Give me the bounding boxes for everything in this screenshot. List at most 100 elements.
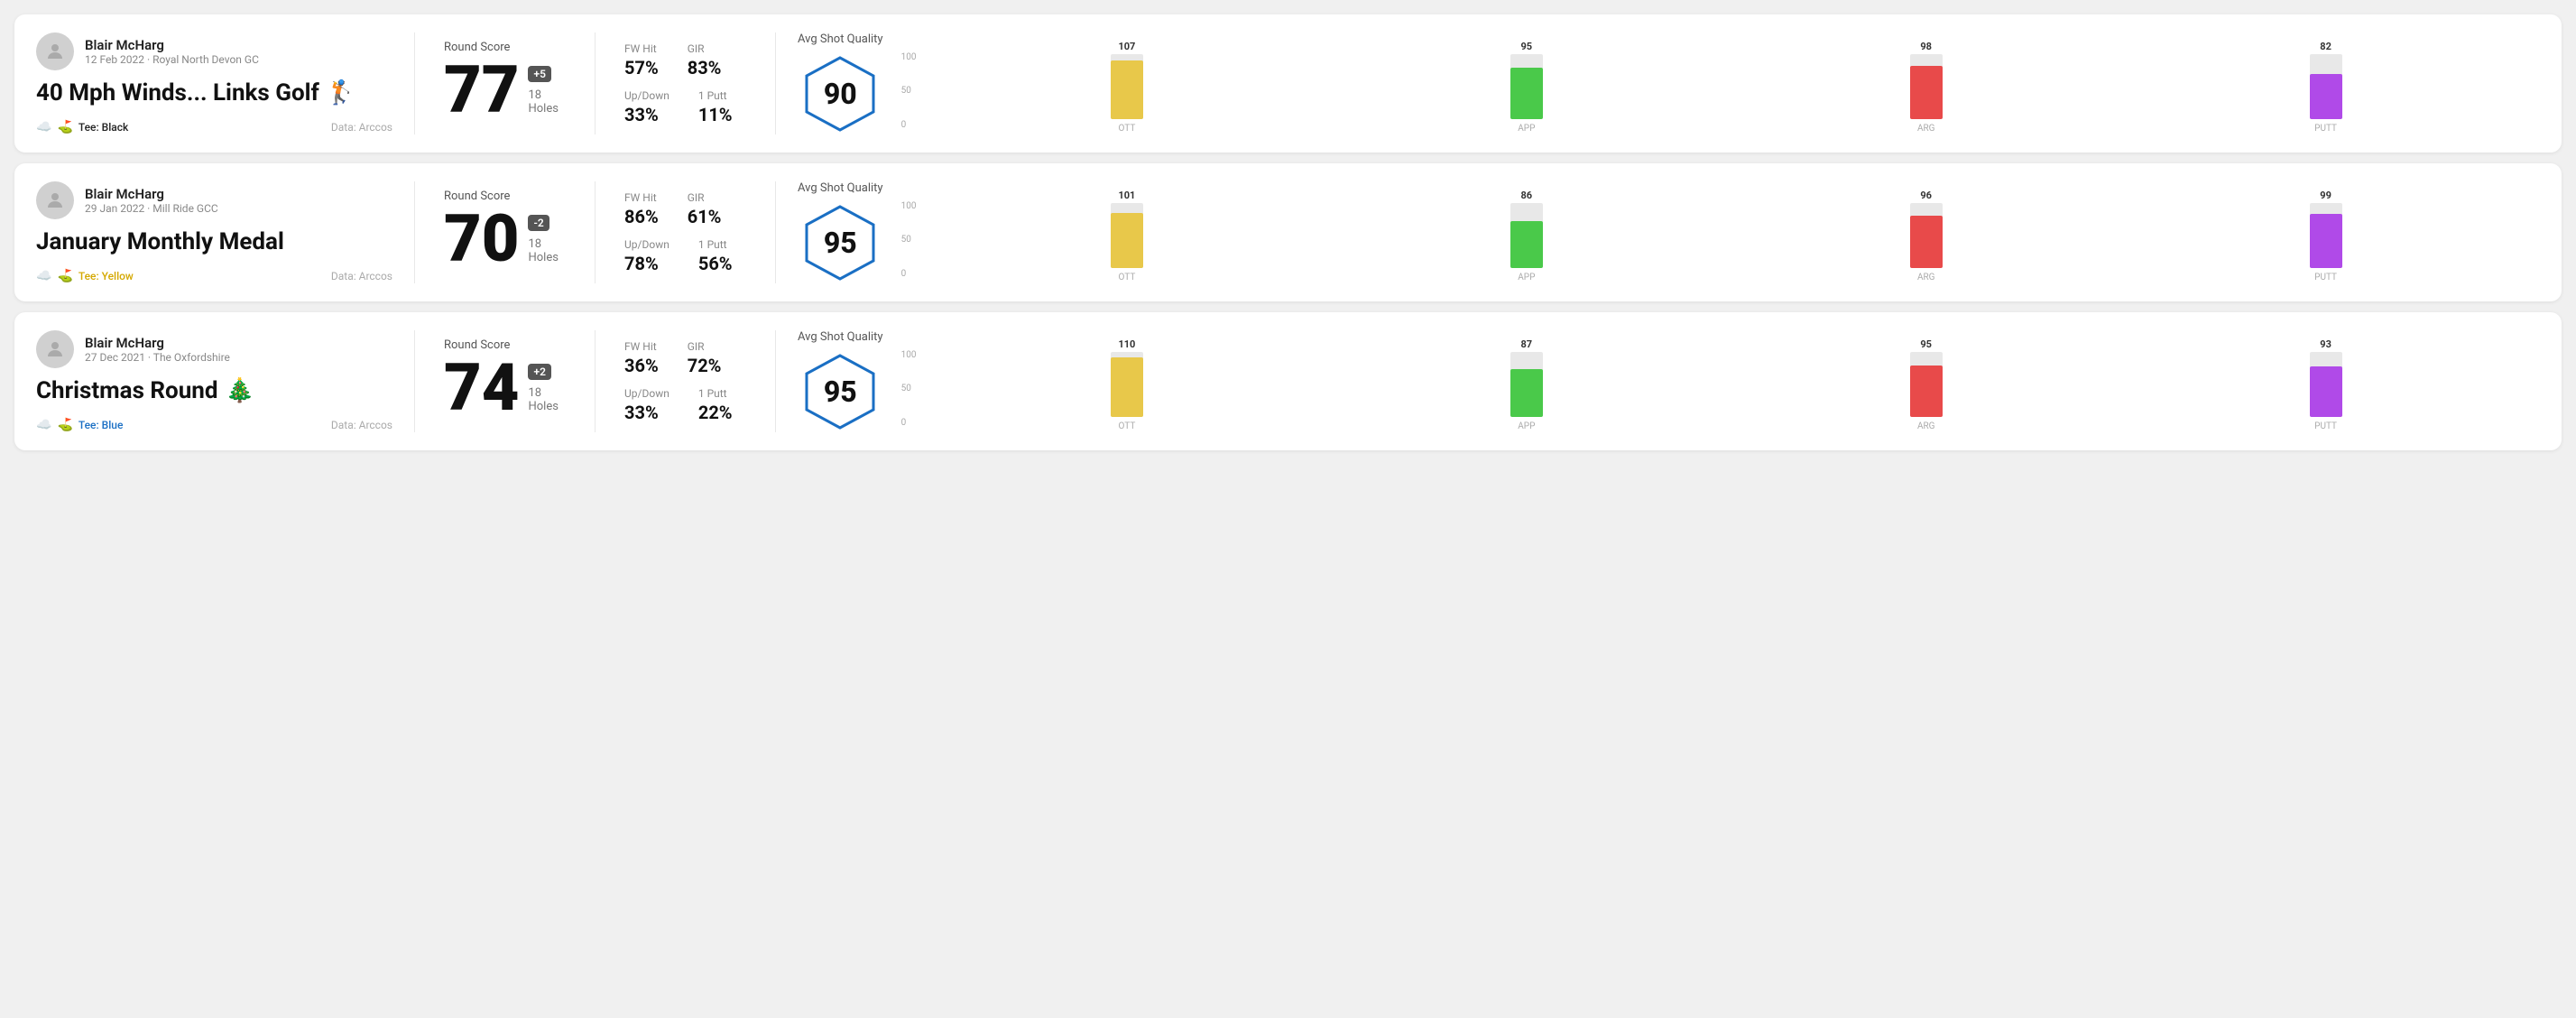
bar-group-3: 93 PUTT — [2133, 338, 2518, 431]
bar-group-1: 87 APP — [1334, 338, 1719, 431]
bar-fill-2 — [1910, 216, 1943, 268]
user-meta-round1: 12 Feb 2022 · Royal North Devon GC — [85, 53, 259, 66]
tee-info-round2: ☁️ ⛳ Tee: Yellow — [36, 269, 134, 283]
quality-section-round3: Avg Shot Quality 95 — [798, 330, 883, 432]
card-left-round3: Blair McHarg 27 Dec 2021 · The Oxfordshi… — [36, 330, 415, 432]
bar-axis-label-0: OTT — [1119, 421, 1136, 431]
bar-group-3: 82 PUTT — [2133, 41, 2518, 134]
quality-label-round2: Avg Shot Quality — [798, 181, 883, 195]
updown-label-round1: Up/Down — [624, 89, 669, 102]
score-diff-round2: -2 — [528, 215, 549, 231]
y-label-100: 100 — [901, 350, 917, 360]
oneputt-stat-round3: 1 Putt 22% — [698, 387, 733, 423]
bar-fill-2 — [1910, 66, 1943, 119]
bar-wrapper-1 — [1510, 352, 1543, 417]
bar-group-0: 110 OTT — [934, 338, 1319, 431]
card-footer-round3: ☁️ ⛳ Tee: Blue Data: Arccos — [36, 418, 392, 432]
bar-axis-label-1: APP — [1518, 421, 1535, 431]
round-card-round3: Blair McHarg 27 Dec 2021 · The Oxfordshi… — [14, 312, 2562, 450]
bar-wrapper-2 — [1910, 352, 1943, 417]
stats-row-bottom-round1: Up/Down 33% 1 Putt 11% — [624, 89, 746, 125]
user-info-round3: Blair McHarg 27 Dec 2021 · The Oxfordshi… — [36, 330, 392, 368]
data-source-round1: Data: Arccos — [331, 121, 392, 134]
updown-stat-round1: Up/Down 33% — [624, 89, 669, 125]
golf-icon-round2: ⛳ — [57, 269, 72, 283]
stats-row-bottom-round2: Up/Down 78% 1 Putt 56% — [624, 238, 746, 274]
golf-icon-round1: ⛳ — [57, 120, 72, 134]
bar-value-0: 101 — [1118, 190, 1135, 201]
bar-wrapper-2 — [1910, 203, 1943, 268]
hexagon-round3: 95 — [799, 351, 881, 432]
bar-fill-0 — [1111, 213, 1143, 268]
bar-axis-label-1: APP — [1518, 124, 1535, 134]
bar-value-0: 107 — [1118, 41, 1135, 52]
stats-row-bottom-round3: Up/Down 33% 1 Putt 22% — [624, 387, 746, 423]
y-label-0: 0 — [901, 120, 917, 130]
bar-fill-1 — [1510, 369, 1543, 416]
bar-group-2: 98 ARG — [1733, 41, 2119, 134]
updown-stat-round3: Up/Down 33% — [624, 387, 669, 423]
gir-label-round1: GIR — [688, 42, 722, 55]
user-name-round2: Blair McHarg — [85, 186, 218, 202]
user-details-round3: Blair McHarg 27 Dec 2021 · The Oxfordshi… — [85, 335, 230, 364]
y-label-0: 0 — [901, 269, 917, 279]
user-name-round1: Blair McHarg — [85, 37, 259, 53]
y-label-50: 50 — [901, 235, 917, 245]
tee-label-round2: Tee: Yellow — [78, 270, 134, 282]
bar-axis-label-0: OTT — [1119, 273, 1136, 282]
bar-fill-2 — [1910, 366, 1943, 417]
updown-label-round3: Up/Down — [624, 387, 669, 400]
card-left-round1: Blair McHarg 12 Feb 2022 · Royal North D… — [36, 32, 415, 134]
score-diff-round3: +2 — [528, 364, 550, 380]
bar-fill-3 — [2310, 74, 2342, 118]
card-footer-round1: ☁️ ⛳ Tee: Black Data: Arccos — [36, 120, 392, 134]
bar-fill-0 — [1111, 357, 1143, 417]
avatar-round2 — [36, 181, 74, 219]
gir-value-round1: 83% — [688, 57, 722, 79]
gir-stat-round1: GIR 83% — [688, 42, 722, 79]
bar-axis-label-2: ARG — [1917, 421, 1935, 431]
oneputt-stat-round1: 1 Putt 11% — [698, 89, 733, 125]
quality-label-round3: Avg Shot Quality — [798, 330, 883, 344]
bar-axis-label-2: ARG — [1917, 124, 1935, 134]
bar-group-3: 99 PUTT — [2133, 190, 2518, 282]
user-meta-round3: 27 Dec 2021 · The Oxfordshire — [85, 351, 230, 364]
score-row-round2: 70 -2 18 Holes — [444, 207, 566, 272]
oneputt-label-round1: 1 Putt — [698, 89, 733, 102]
weather-icon-round3: ☁️ — [36, 418, 51, 432]
score-holes-round2: 18 Holes — [528, 237, 566, 264]
bar-axis-label-3: PUTT — [2314, 273, 2337, 282]
bar-value-0: 110 — [1118, 338, 1135, 350]
user-info-round1: Blair McHarg 12 Feb 2022 · Royal North D… — [36, 32, 392, 70]
bar-group-0: 101 OTT — [934, 190, 1319, 282]
user-name-round3: Blair McHarg — [85, 335, 230, 351]
bar-chart: 100 50 0 107 OTT 95 APP — [901, 34, 2518, 134]
quality-section-round2: Avg Shot Quality 95 — [798, 181, 883, 283]
updown-stat-round2: Up/Down 78% — [624, 238, 669, 274]
bar-fill-1 — [1510, 68, 1543, 119]
updown-value-round3: 33% — [624, 402, 669, 423]
bar-wrapper-1 — [1510, 203, 1543, 268]
bar-fill-1 — [1510, 221, 1543, 268]
hexagon-score-round2: 95 — [824, 226, 857, 260]
hexagon-container-round2: 95 — [798, 202, 883, 283]
bar-value-1: 87 — [1520, 338, 1532, 350]
oneputt-stat-round2: 1 Putt 56% — [698, 238, 733, 274]
score-row-round1: 77 +5 18 Holes — [444, 58, 566, 123]
card-score-round2: Round Score 70 -2 18 Holes — [415, 181, 596, 283]
card-score-round3: Round Score 74 +2 18 Holes — [415, 330, 596, 432]
golf-icon-round3: ⛳ — [57, 418, 72, 432]
round-title-round1: 40 Mph Winds... Links Golf 🏌️ — [36, 79, 392, 106]
gir-value-round3: 72% — [688, 355, 722, 376]
bar-axis-label-3: PUTT — [2314, 421, 2337, 431]
y-label-100: 100 — [901, 52, 917, 62]
score-row-round3: 74 +2 18 Holes — [444, 356, 566, 421]
y-label-100: 100 — [901, 201, 917, 211]
avatar-round1 — [36, 32, 74, 70]
gir-stat-round2: GIR 61% — [688, 191, 722, 227]
card-stats-round2: FW Hit 86% GIR 61% Up/Down 78% 1 Putt — [596, 181, 776, 283]
bar-value-3: 82 — [2320, 41, 2331, 52]
fw-hit-stat-round2: FW Hit 86% — [624, 191, 659, 227]
tee-info-round1: ☁️ ⛳ Tee: Black — [36, 120, 128, 134]
hexagon-score-round1: 90 — [824, 77, 857, 111]
